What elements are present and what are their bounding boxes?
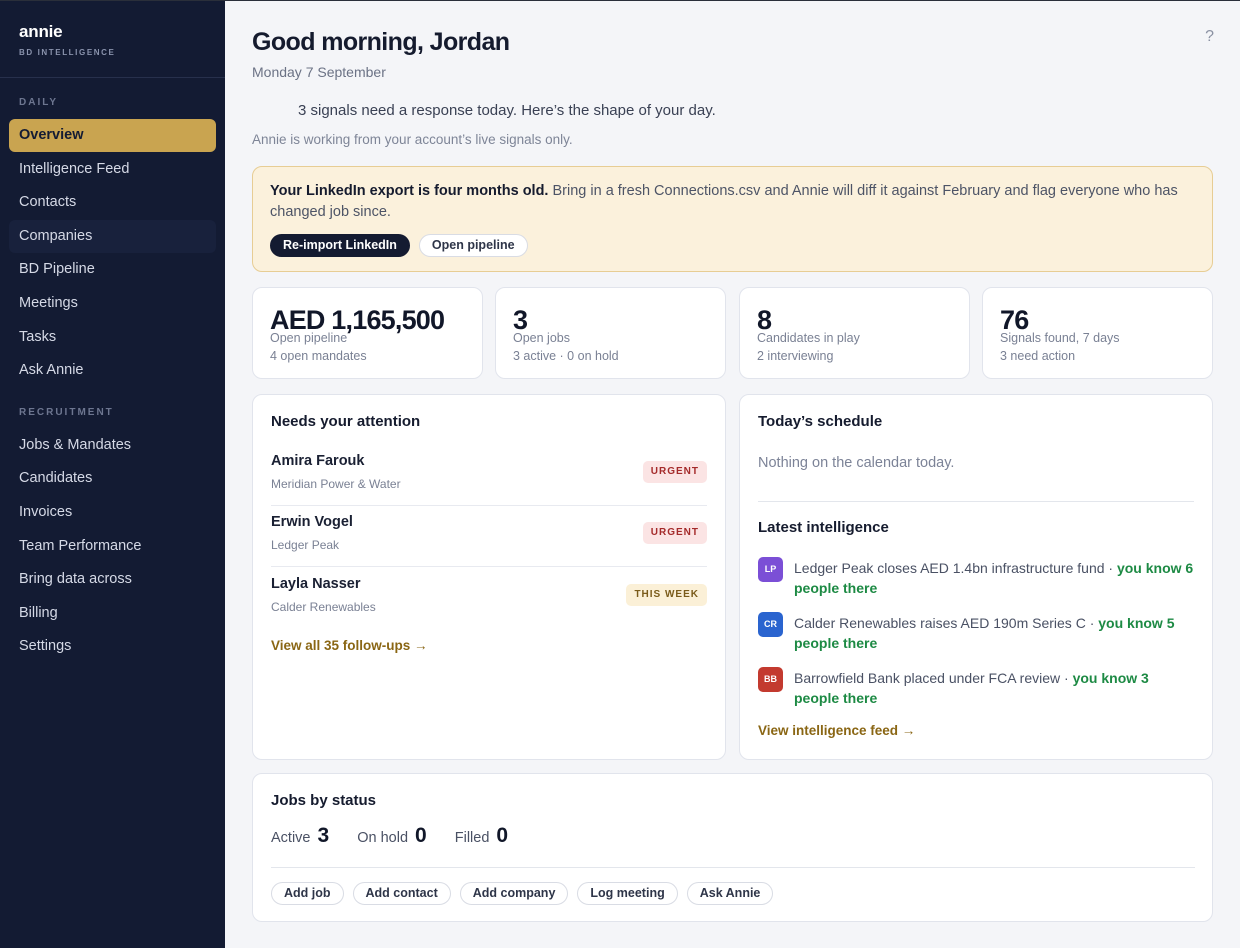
- ask-annie-button[interactable]: Ask Annie: [686, 882, 774, 905]
- intelligence-text: Ledger Peak closes AED 1.4bn infrastruct…: [794, 558, 1194, 598]
- attention-item[interactable]: Amira Farouk Meridian Power & Water URGE…: [271, 444, 707, 506]
- view-intelligence-feed-link[interactable]: View intelligence feed →: [758, 723, 915, 738]
- schedule-title: Today’s schedule: [758, 413, 883, 430]
- add-company-button[interactable]: Add company: [459, 882, 569, 905]
- status-label: Active: [271, 830, 311, 846]
- sidebar-item-team-performance[interactable]: Team Performance: [9, 530, 216, 563]
- status-on-hold: On hold 0: [357, 824, 427, 848]
- attention-org: Calder Renewables: [271, 600, 376, 614]
- this-week-badge: THIS WEEK: [626, 584, 707, 606]
- attention-item[interactable]: Layla Nasser Calder Renewables THIS WEEK: [271, 567, 707, 629]
- status-count: 0: [415, 824, 427, 847]
- nav-section-daily: DAILY: [19, 97, 59, 108]
- sidebar-item-contacts[interactable]: Contacts: [9, 186, 216, 219]
- status-count: 0: [496, 824, 509, 847]
- status-count: 3: [317, 824, 330, 847]
- stat-label: Open pipeline: [270, 331, 348, 345]
- company-avatar: LP: [758, 557, 783, 582]
- schedule-intelligence-card: Today’s schedule Nothing on the calendar…: [739, 394, 1213, 760]
- stat-sub: 4 open mandates: [270, 349, 367, 363]
- sidebar-item-intelligence-feed[interactable]: Intelligence Feed: [9, 153, 216, 186]
- sidebar-item-jobs-mandates[interactable]: Jobs & Mandates: [9, 429, 216, 462]
- intelligence-text: Calder Renewables raises AED 190m Series…: [794, 613, 1194, 653]
- divider: [758, 501, 1194, 502]
- log-meeting-button[interactable]: Log meeting: [577, 882, 678, 905]
- sidebar-item-billing[interactable]: Billing: [9, 597, 216, 630]
- sidebar-item-tasks[interactable]: Tasks: [9, 321, 216, 354]
- stat-sub: 3 need action: [1000, 349, 1076, 363]
- stat-card-open-jobs[interactable]: 3 Open jobs 3 active · 0 on hold: [495, 287, 726, 379]
- main-content: Good morning, Jordan Monday 7 September …: [225, 1, 1240, 948]
- sidebar-item-bring-data-across[interactable]: Bring data across: [9, 563, 216, 596]
- sidebar: annie BD INTELLIGENCE DAILY Overview Int…: [0, 1, 225, 948]
- company-avatar: BB: [758, 667, 783, 692]
- help-button[interactable]: ?: [1205, 28, 1214, 46]
- stat-label: Open jobs: [513, 331, 570, 345]
- attention-name: Erwin Vogel: [271, 514, 353, 530]
- status-label: On hold: [357, 830, 409, 846]
- sidebar-item-invoices[interactable]: Invoices: [9, 496, 216, 529]
- jobs-by-status-card: Jobs by status Active 3 On hold 0 Filled…: [252, 773, 1213, 922]
- status-label: Filled: [454, 830, 490, 846]
- banner-message: Your LinkedIn export is four months old.…: [270, 181, 1195, 223]
- banner-headline: Your LinkedIn export is four months old.: [270, 183, 549, 199]
- page-date: Monday 7 September: [252, 64, 386, 80]
- linkedin-export-banner: Your LinkedIn export is four months old.…: [252, 166, 1213, 272]
- sidebar-item-meetings[interactable]: Meetings: [9, 287, 216, 320]
- intelligence-headline: Barrowfield Bank placed under FCA review…: [794, 670, 1073, 686]
- open-pipeline-button[interactable]: Open pipeline: [418, 234, 528, 257]
- needs-attention-card: Needs your attention Amira Farouk Meridi…: [252, 394, 726, 760]
- divider: [271, 867, 1195, 868]
- company-avatar: CR: [758, 612, 783, 637]
- needs-attention-title: Needs your attention: [271, 413, 421, 430]
- latest-intelligence-title: Latest intelligence: [758, 519, 889, 536]
- sidebar-item-candidates[interactable]: Candidates: [9, 462, 216, 495]
- stat-sub: 3 active · 0 on hold: [513, 349, 619, 363]
- reimport-linkedin-button[interactable]: Re-import LinkedIn: [270, 234, 410, 257]
- status-active: Active 3: [271, 824, 329, 848]
- brand-subtitle: BD INTELLIGENCE: [19, 48, 116, 57]
- brand: annie BD INTELLIGENCE: [0, 1, 225, 78]
- stat-card-signals[interactable]: 76 Signals found, 7 days 3 need action: [982, 287, 1213, 379]
- stat-card-open-pipeline[interactable]: AED 1,165,500 Open pipeline 4 open manda…: [252, 287, 483, 379]
- sidebar-item-settings[interactable]: Settings: [9, 630, 216, 663]
- sidebar-item-bd-pipeline[interactable]: BD Pipeline: [9, 253, 216, 286]
- intelligence-headline: Calder Renewables raises AED 190m Series…: [794, 615, 1099, 631]
- stat-card-candidates[interactable]: 8 Candidates in play 2 interviewing: [739, 287, 970, 379]
- add-job-button[interactable]: Add job: [271, 882, 344, 905]
- attention-name: Layla Nasser: [271, 576, 361, 592]
- status-filled: Filled 0: [455, 824, 508, 848]
- stat-label: Candidates in play: [757, 331, 860, 345]
- intelligence-text: Barrowfield Bank placed under FCA review…: [794, 668, 1194, 708]
- sidebar-item-ask-annie[interactable]: Ask Annie: [9, 354, 216, 387]
- add-contact-button[interactable]: Add contact: [352, 882, 451, 905]
- view-all-follow-ups-link[interactable]: View all 35 follow-ups →: [271, 638, 428, 653]
- jobs-by-status-title: Jobs by status: [271, 792, 377, 809]
- nav-section-recruitment: RECRUITMENT: [19, 406, 114, 418]
- stat-sub: 2 interviewing: [757, 349, 834, 363]
- signals-note: Annie is working from your account’s liv…: [252, 132, 573, 147]
- attention-name: Amira Farouk: [271, 453, 365, 469]
- sidebar-item-companies[interactable]: Companies: [9, 219, 216, 253]
- stat-label: Signals found, 7 days: [1000, 331, 1120, 345]
- brand-name: annie: [19, 22, 63, 41]
- day-summary: 3 signals need a response today. Here’s …: [298, 102, 716, 119]
- schedule-empty-message: Nothing on the calendar today.: [758, 455, 955, 471]
- attention-org: Meridian Power & Water: [271, 477, 401, 491]
- sidebar-item-overview[interactable]: Overview: [9, 119, 216, 152]
- attention-org: Ledger Peak: [271, 538, 340, 552]
- urgent-badge: URGENT: [642, 522, 707, 544]
- page-title: Good morning, Jordan: [252, 28, 510, 56]
- urgent-badge: URGENT: [642, 461, 707, 483]
- attention-item[interactable]: Erwin Vogel Ledger Peak URGENT: [271, 505, 707, 567]
- intelligence-headline: Ledger Peak closes AED 1.4bn infrastruct…: [794, 560, 1117, 576]
